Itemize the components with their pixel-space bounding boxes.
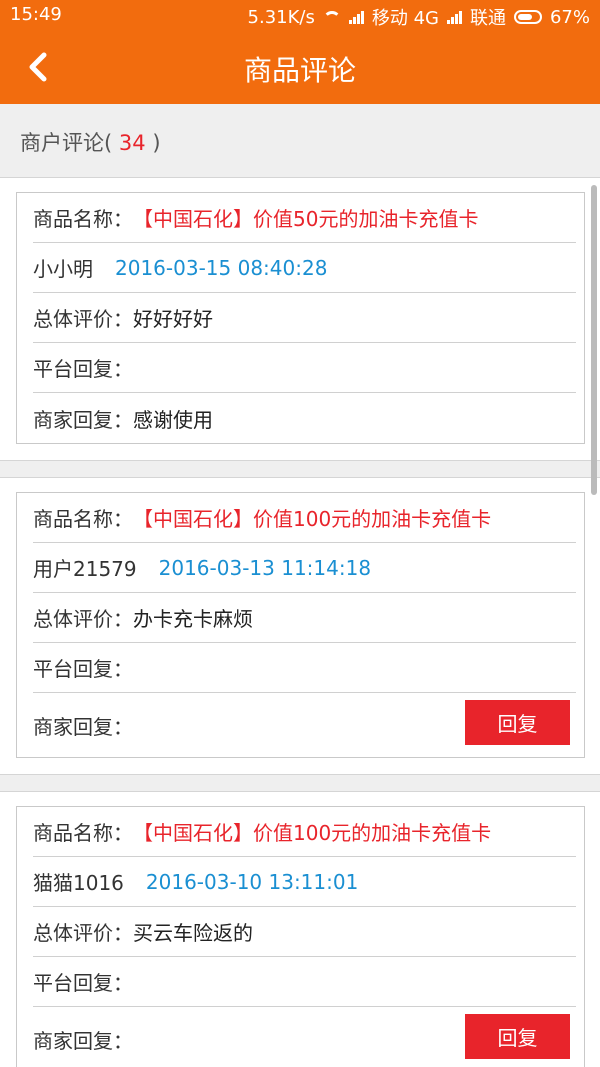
user-name: 猫猫1016 [33,871,124,895]
overall-row: 总体评价： 好好好好 [33,293,576,343]
reply-button[interactable]: 回复 [465,1014,570,1059]
merchant-reply-label: 商家回复： [33,1028,133,1053]
carrier-primary: 移动 4G [371,8,439,29]
scrollbar[interactable] [591,185,597,495]
merchant-reply-label: 商家回复： [33,407,133,432]
review-card: 商品名称： 【中国石化】价值100元的加油卡充值卡 猫猫1016 2016-03… [16,806,585,1067]
summary-label: 商户评论( [20,131,113,155]
signal-icon-secondary [446,10,462,24]
merchant-reply-row: 商家回复： 回复 [33,1007,576,1067]
merchant-reply-text: 感谢使用 [133,407,213,432]
platform-reply-label: 平台回复： [33,657,133,681]
platform-reply-label: 平台回复： [33,357,133,381]
review-count: 34 [118,131,146,155]
overall-row: 总体评价： 办卡充卡麻烦 [33,593,576,643]
product-name-label: 商品名称： [33,507,133,531]
platform-reply-row: 平台回复： [33,343,576,393]
summary-suffix: ) [152,131,161,155]
wifi-icon [322,11,341,23]
review-date: 2016-03-10 13:11:01 [145,869,359,894]
carrier-secondary: 联通 [469,8,506,29]
product-name-label: 商品名称： [33,207,133,231]
product-row: 商品名称： 【中国石化】价值50元的加油卡充值卡 [33,193,576,243]
product-row: 商品名称： 【中国石化】价值100元的加油卡充值卡 [33,807,576,857]
review-card: 商品名称： 【中国石化】价值50元的加油卡充值卡 小小明 2016-03-15 … [16,192,585,444]
overall-text: 办卡充卡麻烦 [133,607,253,631]
product-name[interactable]: 【中国石化】价值100元的加油卡充值卡 [133,817,491,846]
network-speed: 5.31K/s [247,6,315,28]
page-title: 商品评论 [243,54,356,87]
merchant-reply-label: 商家回复： [33,714,133,739]
platform-reply-row: 平台回复： [33,957,576,1007]
review-date: 2016-03-15 08:40:28 [115,255,328,280]
status-indicators: 5.31K/s 移动 4G 联通 67% [248,4,590,30]
review-item: 商品名称： 【中国石化】价值100元的加油卡充值卡 用户21579 2016-0… [0,477,600,775]
platform-reply-label: 平台回复： [33,971,133,995]
overall-label: 总体评价： [33,607,133,631]
review-date: 2016-03-13 11:14:18 [158,555,372,580]
title-bar: 商品评论 [0,31,600,104]
merchant-reply-row: 商家回复： 感谢使用 [33,393,576,443]
review-item: 商品名称： 【中国石化】价值50元的加油卡充值卡 小小明 2016-03-15 … [0,177,600,461]
merchant-reply-row: 商家回复： 回复 [33,693,576,757]
status-time: 15:49 [10,4,62,25]
platform-reply-row: 平台回复： [33,643,576,693]
review-summary: 商户评论( 34 ) [0,104,600,176]
product-row: 商品名称： 【中国石化】价值100元的加油卡充值卡 [33,493,576,543]
overall-row: 总体评价： 买云车险返的 [33,907,576,957]
user-name: 小小明 [33,257,93,281]
review-card: 商品名称： 【中国石化】价值100元的加油卡充值卡 用户21579 2016-0… [16,492,585,758]
signal-icon [348,10,364,24]
user-name: 用户21579 [33,557,137,581]
overall-label: 总体评价： [33,921,133,945]
overall-text: 好好好好 [133,307,213,331]
product-name-label: 商品名称： [33,821,133,845]
product-name[interactable]: 【中国石化】价值50元的加油卡充值卡 [133,203,478,232]
battery-level: 67% [549,6,590,28]
review-item: 商品名称： 【中国石化】价值100元的加油卡充值卡 猫猫1016 2016-03… [0,791,600,1067]
user-row: 猫猫1016 2016-03-10 13:11:01 [33,857,576,907]
battery-icon [513,10,542,24]
product-name[interactable]: 【中国石化】价值100元的加油卡充值卡 [133,503,491,532]
user-row: 小小明 2016-03-15 08:40:28 [33,243,576,293]
overall-text: 买云车险返的 [133,921,253,945]
review-list[interactable]: 商品名称： 【中国石化】价值50元的加油卡充值卡 小小明 2016-03-15 … [0,177,600,1067]
overall-label: 总体评价： [33,307,133,331]
reply-button[interactable]: 回复 [465,700,570,745]
status-bar: 15:49 5.31K/s 移动 4G 联通 67% [0,0,600,31]
user-row: 用户21579 2016-03-13 11:14:18 [33,543,576,593]
